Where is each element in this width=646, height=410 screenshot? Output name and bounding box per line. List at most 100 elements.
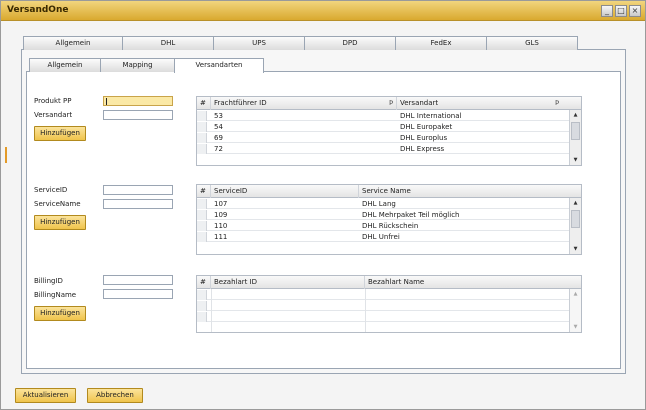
row-selector[interactable] [197,312,207,322]
billing-name-input[interactable] [103,289,173,299]
row-selector[interactable] [197,133,207,143]
row-selector[interactable] [197,221,207,231]
settings-tabs: Allgemein Mapping Versandarten [29,58,264,73]
table-cell: DHL Rückschein [362,222,419,230]
scroll-thumb[interactable] [571,122,580,140]
produkt-add-button[interactable]: Hinzufügen [34,126,86,141]
text-caret [106,98,107,105]
column-header-service-id[interactable]: ServiceID [211,185,359,198]
title-bar[interactable]: VersandOne _ □ × [1,1,645,21]
minimize-button[interactable]: _ [601,5,613,17]
table-cell [365,301,567,311]
table-cell: 54 [214,123,223,131]
tab-ups[interactable]: UPS [213,36,305,50]
versandart-grid-header: # Frachtführer ID Versandart Þ Þ [197,97,581,110]
table-row[interactable]: 72 DHL Express [197,144,570,154]
row-selector[interactable] [197,290,207,300]
minimize-icon: _ [605,6,609,15]
table-row[interactable] [197,312,570,322]
table-cell: 110 [214,222,228,230]
maximize-icon: □ [617,6,625,15]
service-grid-scrollbar[interactable]: ▲ ▼ [569,198,581,254]
tab-dhl[interactable]: DHL [122,36,214,50]
window-title: VersandOne [7,5,69,15]
column-header-frachtfuehrer-id[interactable]: Frachtführer ID [211,97,397,110]
column-divider [365,289,366,332]
bezahlart-grid-header: # Bezahlart ID Bezahlart Name [197,276,581,289]
table-row[interactable]: 69 DHL Europlus [197,133,570,143]
versandart-input[interactable] [103,110,173,120]
service-grid: # ServiceID Service Name 107 DHL Lang 109 D… [196,184,582,255]
subtab-mapping[interactable]: Mapping [100,58,175,72]
table-cell [365,312,567,322]
tab-gls[interactable]: GLS [486,36,578,50]
table-cell: 69 [214,134,223,142]
column-header-bezahlart-name[interactable]: Bezahlart Name [365,276,583,289]
scroll-up-icon[interactable]: ▲ [570,289,581,299]
table-cell: 111 [214,233,228,241]
filter-icon[interactable]: Þ [389,97,393,110]
scroll-up-icon[interactable]: ▲ [570,110,581,120]
column-header-bezahlart-id[interactable]: Bezahlart ID [211,276,365,289]
update-button[interactable]: Aktualisieren [15,388,76,403]
table-row[interactable]: 54 DHL Europaket [197,122,570,132]
service-name-label: ServiceName [34,200,81,208]
billing-add-button[interactable]: Hinzufügen [34,306,86,321]
tab-dpd[interactable]: DPD [304,36,396,50]
service-name-input[interactable] [103,199,173,209]
bezahlart-grid: # Bezahlart ID Bezahlart Name ▲ ▼ [196,275,582,333]
table-cell: 72 [214,145,223,153]
subtab-allgemein[interactable]: Allgemein [29,58,101,72]
table-row[interactable]: 109 DHL Mehrpaket Teil möglich [197,210,570,220]
row-selector[interactable] [197,232,207,242]
row-selector[interactable] [197,111,207,121]
service-id-input[interactable] [103,185,173,195]
tab-fedex[interactable]: FedEx [395,36,487,50]
carrier-tabs: Allgemein DHL UPS DPD FedEx GLS [23,36,578,50]
close-button[interactable]: × [629,5,641,17]
scroll-down-icon[interactable]: ▼ [570,322,581,332]
versandart-label: Versandart [34,111,73,119]
versandart-grid: # Frachtführer ID Versandart Þ Þ 53 DHL I… [196,96,582,166]
produkt-pp-input[interactable] [103,96,173,106]
row-selector[interactable] [197,144,207,154]
column-header-index: # [197,276,211,289]
table-row[interactable]: 111 DHL Unfrei [197,232,570,242]
row-selector[interactable] [197,199,207,209]
cancel-button[interactable]: Abbrechen [87,388,143,403]
maximize-button[interactable]: □ [615,5,627,17]
billing-id-input[interactable] [103,275,173,285]
table-row[interactable]: 110 DHL Rückschein [197,221,570,231]
table-cell [211,290,365,300]
scroll-up-icon[interactable]: ▲ [570,198,581,208]
bezahlart-grid-scrollbar[interactable]: ▲ ▼ [569,289,581,332]
app-window: VersandOne _ □ × Allgemein DHL UPS DPD FedEx… [0,0,646,410]
service-add-button[interactable]: Hinzufügen [34,215,86,230]
tab-allgemein[interactable]: Allgemein [23,36,123,50]
row-selector[interactable] [197,122,207,132]
subtab-versandarten[interactable]: Versandarten [174,58,264,73]
table-cell: DHL Europaket [400,123,453,131]
scroll-thumb[interactable] [571,210,580,228]
focus-indicator [5,147,7,163]
billing-id-label: BillingID [34,277,63,285]
scroll-down-icon[interactable]: ▼ [570,244,581,254]
service-id-label: ServiceID [34,186,68,194]
table-row[interactable] [197,301,570,311]
table-row[interactable]: 107 DHL Lang [197,199,570,209]
column-header-service-name[interactable]: Service Name [359,185,583,198]
scroll-down-icon[interactable]: ▼ [570,155,581,165]
row-selector[interactable] [197,210,207,220]
table-row[interactable] [197,290,570,300]
table-cell: DHL International [400,112,462,120]
filter-icon[interactable]: Þ [555,97,559,110]
table-cell [211,312,365,322]
table-cell: 109 [214,211,228,219]
row-selector[interactable] [197,301,207,311]
column-header-index: # [197,185,211,198]
table-cell: 107 [214,200,228,208]
column-divider [211,289,212,332]
versandart-grid-scrollbar[interactable]: ▲ ▼ [569,110,581,165]
table-row[interactable]: 53 DHL International [197,111,570,121]
table-cell: 53 [214,112,223,120]
